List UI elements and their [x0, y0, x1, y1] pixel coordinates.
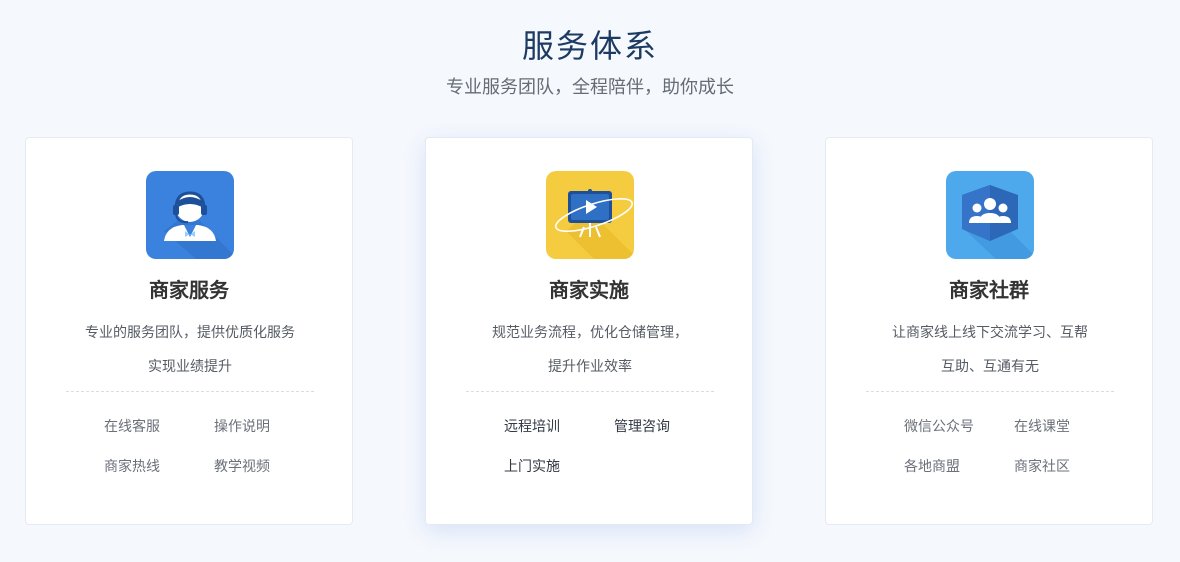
card-description-line: 实现业绩提升 — [148, 359, 232, 375]
community-group-icon — [946, 171, 1034, 259]
training-video-board-icon — [546, 171, 634, 259]
service-card-merchant-service: 商家服务 专业的服务团队，提供优质化服务 实现业绩提升 在线客服 操作说明 商家… — [25, 137, 353, 525]
card-description-line: 提升作业效率 — [548, 359, 632, 375]
link-operation-guide[interactable]: 操作说明 — [214, 417, 314, 437]
card-description: 专业的服务团队，提供优质化服务 实现业绩提升 — [46, 316, 334, 384]
service-card-merchant-community: 商家社群 让商家线上线下交流学习、互帮 互助、互通有无 微信公众号 在线课堂 各… — [825, 137, 1153, 525]
card-description: 让商家线上线下交流学习、互帮 互助、互通有无 — [846, 316, 1134, 384]
link-onsite-implementation[interactable]: 上门实施 — [504, 457, 604, 477]
card-title: 商家服务 — [149, 278, 229, 302]
link-merchant-hotline[interactable]: 商家热线 — [104, 457, 204, 477]
card-description-line: 互助、互通有无 — [941, 359, 1039, 375]
card-divider — [66, 391, 314, 392]
link-merchant-community[interactable]: 商家社区 — [1014, 457, 1114, 477]
card-title: 商家实施 — [549, 278, 629, 302]
link-online-service[interactable]: 在线客服 — [104, 417, 204, 437]
card-title: 商家社群 — [949, 278, 1029, 302]
link-online-classroom[interactable]: 在线课堂 — [1014, 417, 1114, 437]
service-card-merchant-implementation: 商家实施 规范业务流程，优化仓储管理， 提升作业效率 远程培训 管理咨询 上门实… — [425, 137, 753, 525]
section-title: 服务体系 — [521, 27, 658, 65]
link-local-merchant-alliance[interactable]: 各地商盟 — [904, 457, 1004, 477]
card-description-line: 规范业务流程，优化仓储管理， — [492, 325, 688, 341]
customer-service-headset-icon — [146, 171, 234, 259]
card-description: 规范业务流程，优化仓储管理， 提升作业效率 — [446, 316, 734, 384]
link-management-consulting[interactable]: 管理咨询 — [614, 417, 714, 437]
card-description-line: 专业的服务团队，提供优质化服务 — [85, 325, 295, 341]
card-divider — [866, 391, 1114, 392]
link-tutorial-video[interactable]: 教学视频 — [214, 457, 314, 477]
link-remote-training[interactable]: 远程培训 — [504, 417, 604, 437]
card-divider — [466, 391, 714, 392]
link-wechat-official-account[interactable]: 微信公众号 — [904, 417, 1004, 437]
section-subtitle: 专业服务团队，全程陪伴，助你成长 — [446, 77, 734, 98]
card-description-line: 让商家线上线下交流学习、互帮 — [892, 325, 1088, 341]
